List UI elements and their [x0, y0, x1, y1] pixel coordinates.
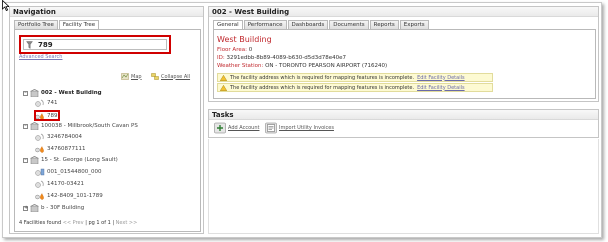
navigation-panel: Navigation Portfolio Tree Facility Tree …	[9, 6, 204, 234]
tab-portfolio-tree[interactable]: Portfolio Tree	[14, 20, 58, 29]
page-indicator: | pg 1 of 1 |	[85, 220, 115, 226]
tree-collapse-toggle[interactable]: –	[23, 157, 28, 163]
tree-node-facility[interactable]: – 002 - West Building	[23, 89, 102, 97]
warning-icon	[220, 74, 227, 81]
meter-icon	[35, 99, 44, 107]
content-area	[208, 139, 599, 234]
navigation-tabs: Portfolio Tree Facility Tree	[14, 20, 100, 29]
edit-facility-link[interactable]: Edit Facility Details	[417, 85, 465, 91]
tree-label: 741	[47, 100, 58, 106]
tree-label: 100038 - Millbrook/South Cavan PS	[41, 123, 138, 129]
flame-icon	[35, 193, 44, 200]
tree-label: 002 - West Building	[41, 90, 102, 96]
building-header: 002 - West Building	[209, 7, 598, 17]
navigation-header: Navigation	[10, 7, 203, 17]
import-utility-invoices-button[interactable]: Import Utility Invoices	[265, 122, 334, 134]
tab-performance[interactable]: Performance	[243, 20, 287, 29]
next-page-link[interactable]: Next >>	[116, 220, 138, 226]
tasks-panel: Tasks Add Account Import Utility Invoice…	[208, 109, 599, 138]
facility-count: 4 Facilities found	[19, 220, 62, 226]
tree-node-meter[interactable]: 001_01544800_000	[35, 168, 102, 176]
add-account-icon	[214, 122, 226, 134]
add-account-button[interactable]: Add Account	[214, 122, 259, 134]
tab-reports[interactable]: Reports	[369, 20, 399, 29]
general-tab-body: West Building Floor Area: 0 ID: 3291edbb…	[213, 29, 596, 99]
building-icon	[30, 204, 39, 212]
meter-icon	[35, 180, 44, 188]
tree-label: 001_01544800_000	[47, 169, 102, 175]
floor-area-label: Floor Area:	[217, 47, 247, 53]
tree-node-meter[interactable]: 142-8409_101-1789	[35, 192, 103, 200]
warning-text: The facility address which is required f…	[230, 74, 415, 81]
import-invoices-icon	[265, 122, 277, 134]
floor-area-value: 0	[248, 47, 253, 53]
collapse-all-button[interactable]: Collapse All	[151, 73, 190, 80]
tasks-header: Tasks	[209, 110, 598, 120]
building-title: West Building	[217, 35, 272, 44]
tree-node-facility[interactable]: + b - 30F Building	[23, 204, 84, 212]
tab-general[interactable]: General	[213, 20, 243, 29]
id-value: 3291edbb-8b89-4089-b630-d5d3d78e40e7	[226, 55, 346, 61]
search-value: 789	[38, 41, 53, 49]
id-label: ID:	[217, 55, 225, 61]
search-highlight: 789	[19, 35, 171, 54]
address-warning: The facility address which is required f…	[217, 83, 493, 92]
map-icon	[121, 73, 129, 80]
weather-value: ON - TORONTO PEARSON AIRPORT (716240)	[265, 63, 388, 69]
tree-label: 3246784004	[47, 134, 82, 140]
tree-node-meter[interactable]: 34760877111	[35, 145, 86, 153]
tree-label: 142-8409_101-1789	[47, 193, 103, 199]
import-utility-invoices-label: Import Utility Invoices	[279, 125, 334, 131]
warning-text: The facility address which is required f…	[230, 84, 415, 91]
tab-facility-tree[interactable]: Facility Tree	[58, 20, 100, 29]
collapse-all-label: Collapse All	[161, 73, 191, 80]
pagination: 4 Facilities found << Prev | pg 1 of 1 |…	[19, 220, 137, 226]
warning-icon	[220, 84, 227, 91]
weather-label: Weather Station:	[217, 63, 264, 69]
building-icon	[30, 156, 39, 164]
facility-tree-body: 789 Advanced Search Map Collapse All – 0…	[14, 29, 201, 232]
weather-row: Weather Station: ON - TORONTO PEARSON AI…	[217, 63, 387, 69]
filter-icon	[26, 41, 33, 49]
building-icon	[30, 122, 39, 130]
building-icon	[30, 89, 39, 97]
flame-icon	[35, 146, 44, 153]
tree-expand-toggle[interactable]: +	[23, 205, 28, 211]
collapse-icon	[151, 73, 159, 80]
tree-label: b - 30F Building	[41, 205, 85, 211]
tab-dashboards[interactable]: Dashboards	[287, 20, 329, 29]
tab-documents[interactable]: Documents	[329, 20, 369, 29]
prev-page-link[interactable]: << Prev	[63, 220, 84, 226]
floor-area-row: Floor Area: 0	[217, 47, 252, 53]
tree-node-meter[interactable]: 741	[35, 99, 58, 107]
tree-node-facility[interactable]: – 100038 - Millbrook/South Cavan PS	[23, 122, 138, 130]
electric-meter-icon	[35, 168, 45, 176]
map-button[interactable]: Map	[121, 73, 142, 80]
tree-collapse-toggle[interactable]: –	[23, 123, 28, 129]
edit-facility-link[interactable]: Edit Facility Details	[417, 75, 465, 81]
tree-collapse-toggle[interactable]: –	[23, 90, 28, 96]
tree-node-facility[interactable]: – 15 - St. George (Long Sault)	[23, 156, 118, 164]
tree-node-meter[interactable]: 3246784004	[35, 133, 82, 141]
map-label: Map	[131, 73, 142, 80]
address-warning: The facility address which is required f…	[217, 73, 493, 82]
advanced-search-link[interactable]: Advanced Search	[19, 54, 62, 60]
tree-node-meter[interactable]: 14170-03421	[35, 180, 84, 188]
selected-node-highlight	[34, 110, 60, 121]
add-account-label: Add Account	[228, 125, 260, 131]
building-tabs: General Performance Dashboards Documents…	[213, 20, 429, 29]
id-row: ID: 3291edbb-8b89-4089-b630-d5d3d78e40e7	[217, 55, 346, 61]
tree-label: 34760877111	[47, 146, 86, 152]
meter-icon	[35, 133, 44, 141]
search-input[interactable]: 789	[23, 39, 167, 50]
tree-label: 15 - St. George (Long Sault)	[41, 157, 118, 163]
building-panel: 002 - West Building General Performance …	[208, 6, 599, 102]
tab-exports[interactable]: Exports	[399, 20, 429, 29]
tree-label: 14170-03421	[47, 181, 84, 187]
